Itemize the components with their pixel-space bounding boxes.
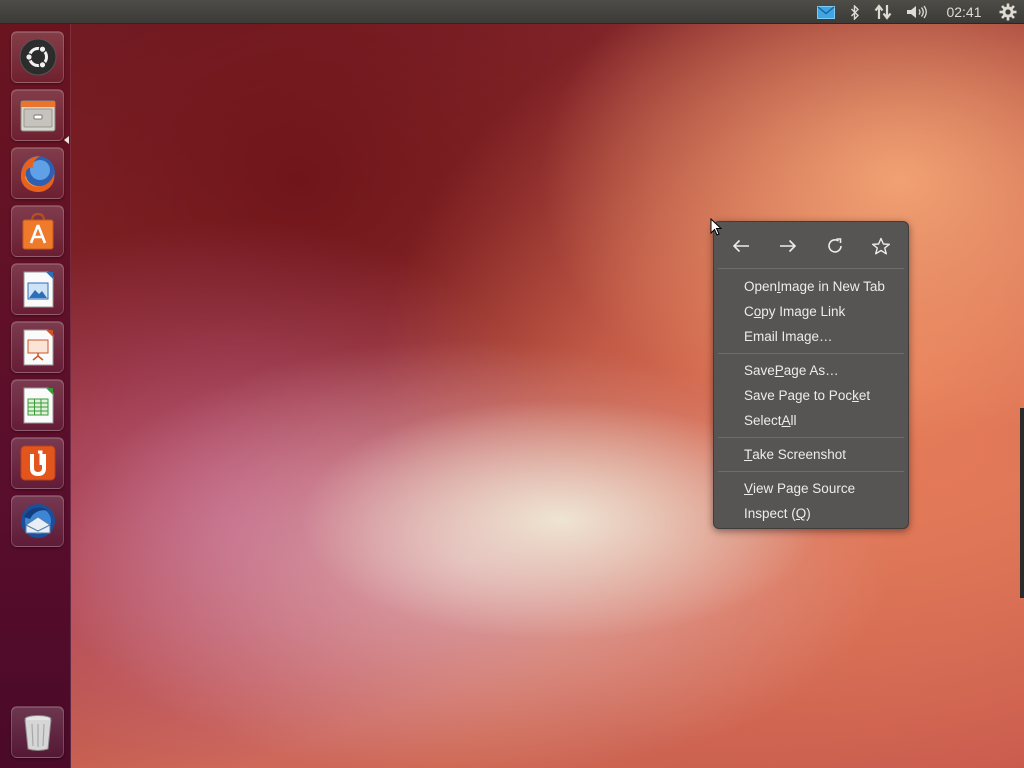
file-cabinet-icon	[20, 100, 55, 132]
menu-label: ake Screenshot	[752, 447, 847, 462]
launcher-software-center[interactable]	[11, 205, 64, 257]
context-menu-nav-row	[714, 222, 908, 268]
trash-icon	[24, 715, 51, 751]
launcher-libreoffice-calc[interactable]	[11, 379, 64, 431]
menu-save-page-as[interactable]: Save Page As…	[716, 358, 906, 383]
mouse-cursor-icon	[710, 218, 722, 236]
menu-mnemonic: T	[744, 447, 753, 462]
launcher-trash[interactable]	[11, 706, 64, 758]
menu-label: Select	[744, 413, 782, 428]
menu-save-page-to-pocket[interactable]: Save Page to Poc k et	[716, 383, 906, 408]
menu-label: Save	[744, 363, 775, 378]
reload-icon[interactable]	[820, 234, 850, 258]
launcher-ubuntu-one[interactable]	[11, 437, 64, 489]
menu-label: age As…	[783, 363, 839, 378]
bookmark-star-icon[interactable]	[866, 234, 896, 258]
menu-mnemonic: P	[774, 363, 784, 378]
menu-label: mage in New Tab	[780, 279, 885, 294]
menu-label: Email Ima	[744, 329, 805, 344]
menu-label: py Image Link	[761, 304, 846, 319]
menu-label: Inspect (	[744, 506, 796, 521]
firefox-icon	[20, 156, 55, 192]
menu-separator	[718, 268, 904, 269]
ubuntu-one-icon	[20, 445, 55, 481]
spreadsheet-icon	[23, 387, 53, 424]
menu-label: e…	[811, 329, 833, 344]
menu-mnemonic: g	[804, 329, 812, 344]
mail-icon[interactable]	[814, 0, 838, 24]
menu-label: Save Page to Poc	[744, 388, 853, 403]
menu-mnemonic: k	[852, 388, 859, 403]
document-draw-icon	[23, 271, 53, 308]
ubuntu-logo-icon	[19, 38, 56, 76]
back-arrow-icon[interactable]	[726, 234, 756, 258]
gear-icon[interactable]	[996, 0, 1020, 24]
presentation-icon	[23, 329, 53, 366]
forward-arrow-icon[interactable]	[773, 234, 803, 258]
menu-select-all[interactable]: Select All	[716, 408, 906, 433]
launcher-files[interactable]	[11, 89, 64, 141]
menu-label: C	[744, 304, 754, 319]
launcher-libreoffice-impress[interactable]	[11, 321, 64, 373]
context-menu: Open Image in New Tab Co py Image Link Em…	[713, 221, 909, 529]
shopping-bag-icon	[22, 212, 53, 250]
thunderbird-icon	[20, 504, 55, 538]
menu-take-screenshot[interactable]: Take Screenshot	[716, 442, 906, 467]
active-app-indicator	[64, 136, 69, 144]
menu-label: iew Page Source	[753, 481, 856, 496]
menu-mnemonic: Q	[795, 506, 807, 521]
launcher-ubuntu-dash[interactable]	[11, 31, 64, 83]
menu-open-image-new-tab[interactable]: Open Image in New Tab	[716, 274, 906, 299]
offscreen-window-edge[interactable]	[1020, 408, 1024, 598]
volume-icon[interactable]	[904, 0, 930, 24]
menu-copy-image-link[interactable]: Co py Image Link	[716, 299, 906, 324]
menu-mnemonic: A	[781, 413, 791, 428]
launcher	[0, 24, 71, 768]
top-panel: 02:41	[0, 0, 1024, 24]
menu-label: et	[858, 388, 871, 403]
launcher-thunderbird[interactable]	[11, 495, 64, 547]
bluetooth-icon[interactable]	[846, 0, 864, 24]
menu-label: )	[806, 506, 811, 521]
menu-view-page-source[interactable]: View Page Source	[716, 476, 906, 501]
menu-label: ll	[790, 413, 797, 428]
menu-separator	[718, 471, 904, 472]
menu-separator	[718, 437, 904, 438]
launcher-libreoffice-draw[interactable]	[11, 263, 64, 315]
menu-inspect[interactable]: Inspect (Q)	[716, 501, 906, 526]
menu-email-image[interactable]: Email Ima g e…	[716, 324, 906, 349]
menu-mnemonic: V	[744, 481, 754, 496]
clock[interactable]: 02:41	[940, 0, 988, 24]
launcher-firefox[interactable]	[11, 147, 64, 199]
menu-label: Open	[744, 279, 778, 294]
menu-mnemonic: o	[753, 304, 762, 319]
network-icon[interactable]	[872, 0, 894, 24]
menu-separator	[718, 353, 904, 354]
